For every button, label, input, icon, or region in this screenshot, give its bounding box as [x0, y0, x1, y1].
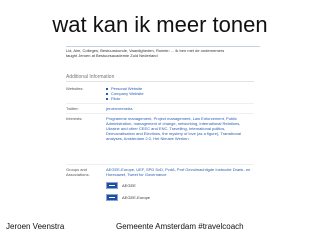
footer-organization: Gemeente Amsterdam #travelcoach	[116, 222, 244, 231]
groups-label: Groups and Associations:	[66, 167, 90, 177]
section-divider	[66, 81, 254, 82]
linkedin-profile-screenshot: Lid, Alm, Colleges, Bestuurskunde, Vaard…	[60, 46, 260, 210]
twitter-label: Twitter:	[66, 106, 79, 111]
group-name-aegee-europe[interactable]: AEGEE-Europe	[122, 195, 150, 200]
aegee-europe-logo-icon[interactable]	[106, 194, 118, 201]
websites-value: Personal Website Company Website Flickr	[106, 86, 254, 101]
profile-summary-line: taught Jeroen at Bestuursacademie Zuid N…	[66, 53, 158, 58]
website-link-flickr[interactable]: Flickr	[106, 96, 254, 101]
groups-value: AEGEE-Europe, UEF, SPD SvD, PvdA, Prof G…	[106, 167, 251, 177]
websites-list: Personal Website Company Website Flickr	[106, 86, 254, 101]
aegee-logo-icon[interactable]	[106, 182, 118, 189]
row-divider	[66, 164, 254, 165]
slide-title: wat kan ik meer tonen	[52, 12, 268, 37]
websites-label: Websites:	[66, 86, 84, 91]
footer-author: Jeroen Veenstra	[6, 222, 65, 231]
row-divider	[66, 113, 254, 114]
twitter-handle-link[interactable]: jeroenveenstra	[106, 106, 254, 111]
section-title-additional-information: Additional Information	[66, 74, 115, 80]
profile-header-strip	[66, 46, 260, 47]
row-divider	[66, 103, 254, 104]
interests-value: Programme management, Project management…	[106, 116, 241, 141]
interests-label: Interests:	[66, 116, 83, 121]
group-name-aegee[interactable]: AEGEE	[122, 183, 136, 188]
